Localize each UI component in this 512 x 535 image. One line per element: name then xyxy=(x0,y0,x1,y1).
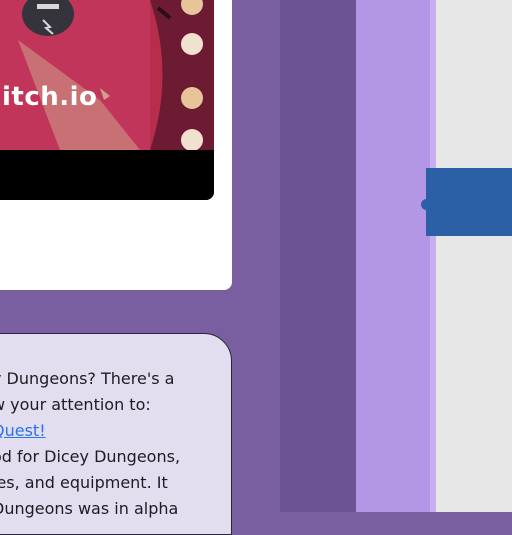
background-band-light xyxy=(356,0,436,512)
description-line-5: ies, and equipment. It xyxy=(0,473,168,492)
background-band-dark xyxy=(280,0,358,512)
description-line-6: Dungeons was in alpha xyxy=(0,499,179,518)
description-line-1: y Dungeons? There's a xyxy=(0,369,175,388)
cover-artwork xyxy=(0,0,214,150)
description-line-2: w your attention to: xyxy=(0,395,151,414)
background-right-panel xyxy=(436,0,512,512)
itch-io-logo: itch.io xyxy=(2,82,98,112)
game-description-text: y Dungeons? There's a w your attention t… xyxy=(0,366,222,522)
media-caption-bar xyxy=(0,150,214,200)
blue-side-tab[interactable] xyxy=(426,168,512,236)
quest-link[interactable]: Quest! xyxy=(0,421,46,440)
tab-connector-dot xyxy=(421,199,432,210)
description-line-4: od for Dicey Dungeons, xyxy=(0,447,181,466)
game-cover-image[interactable]: itch.io xyxy=(0,0,214,200)
